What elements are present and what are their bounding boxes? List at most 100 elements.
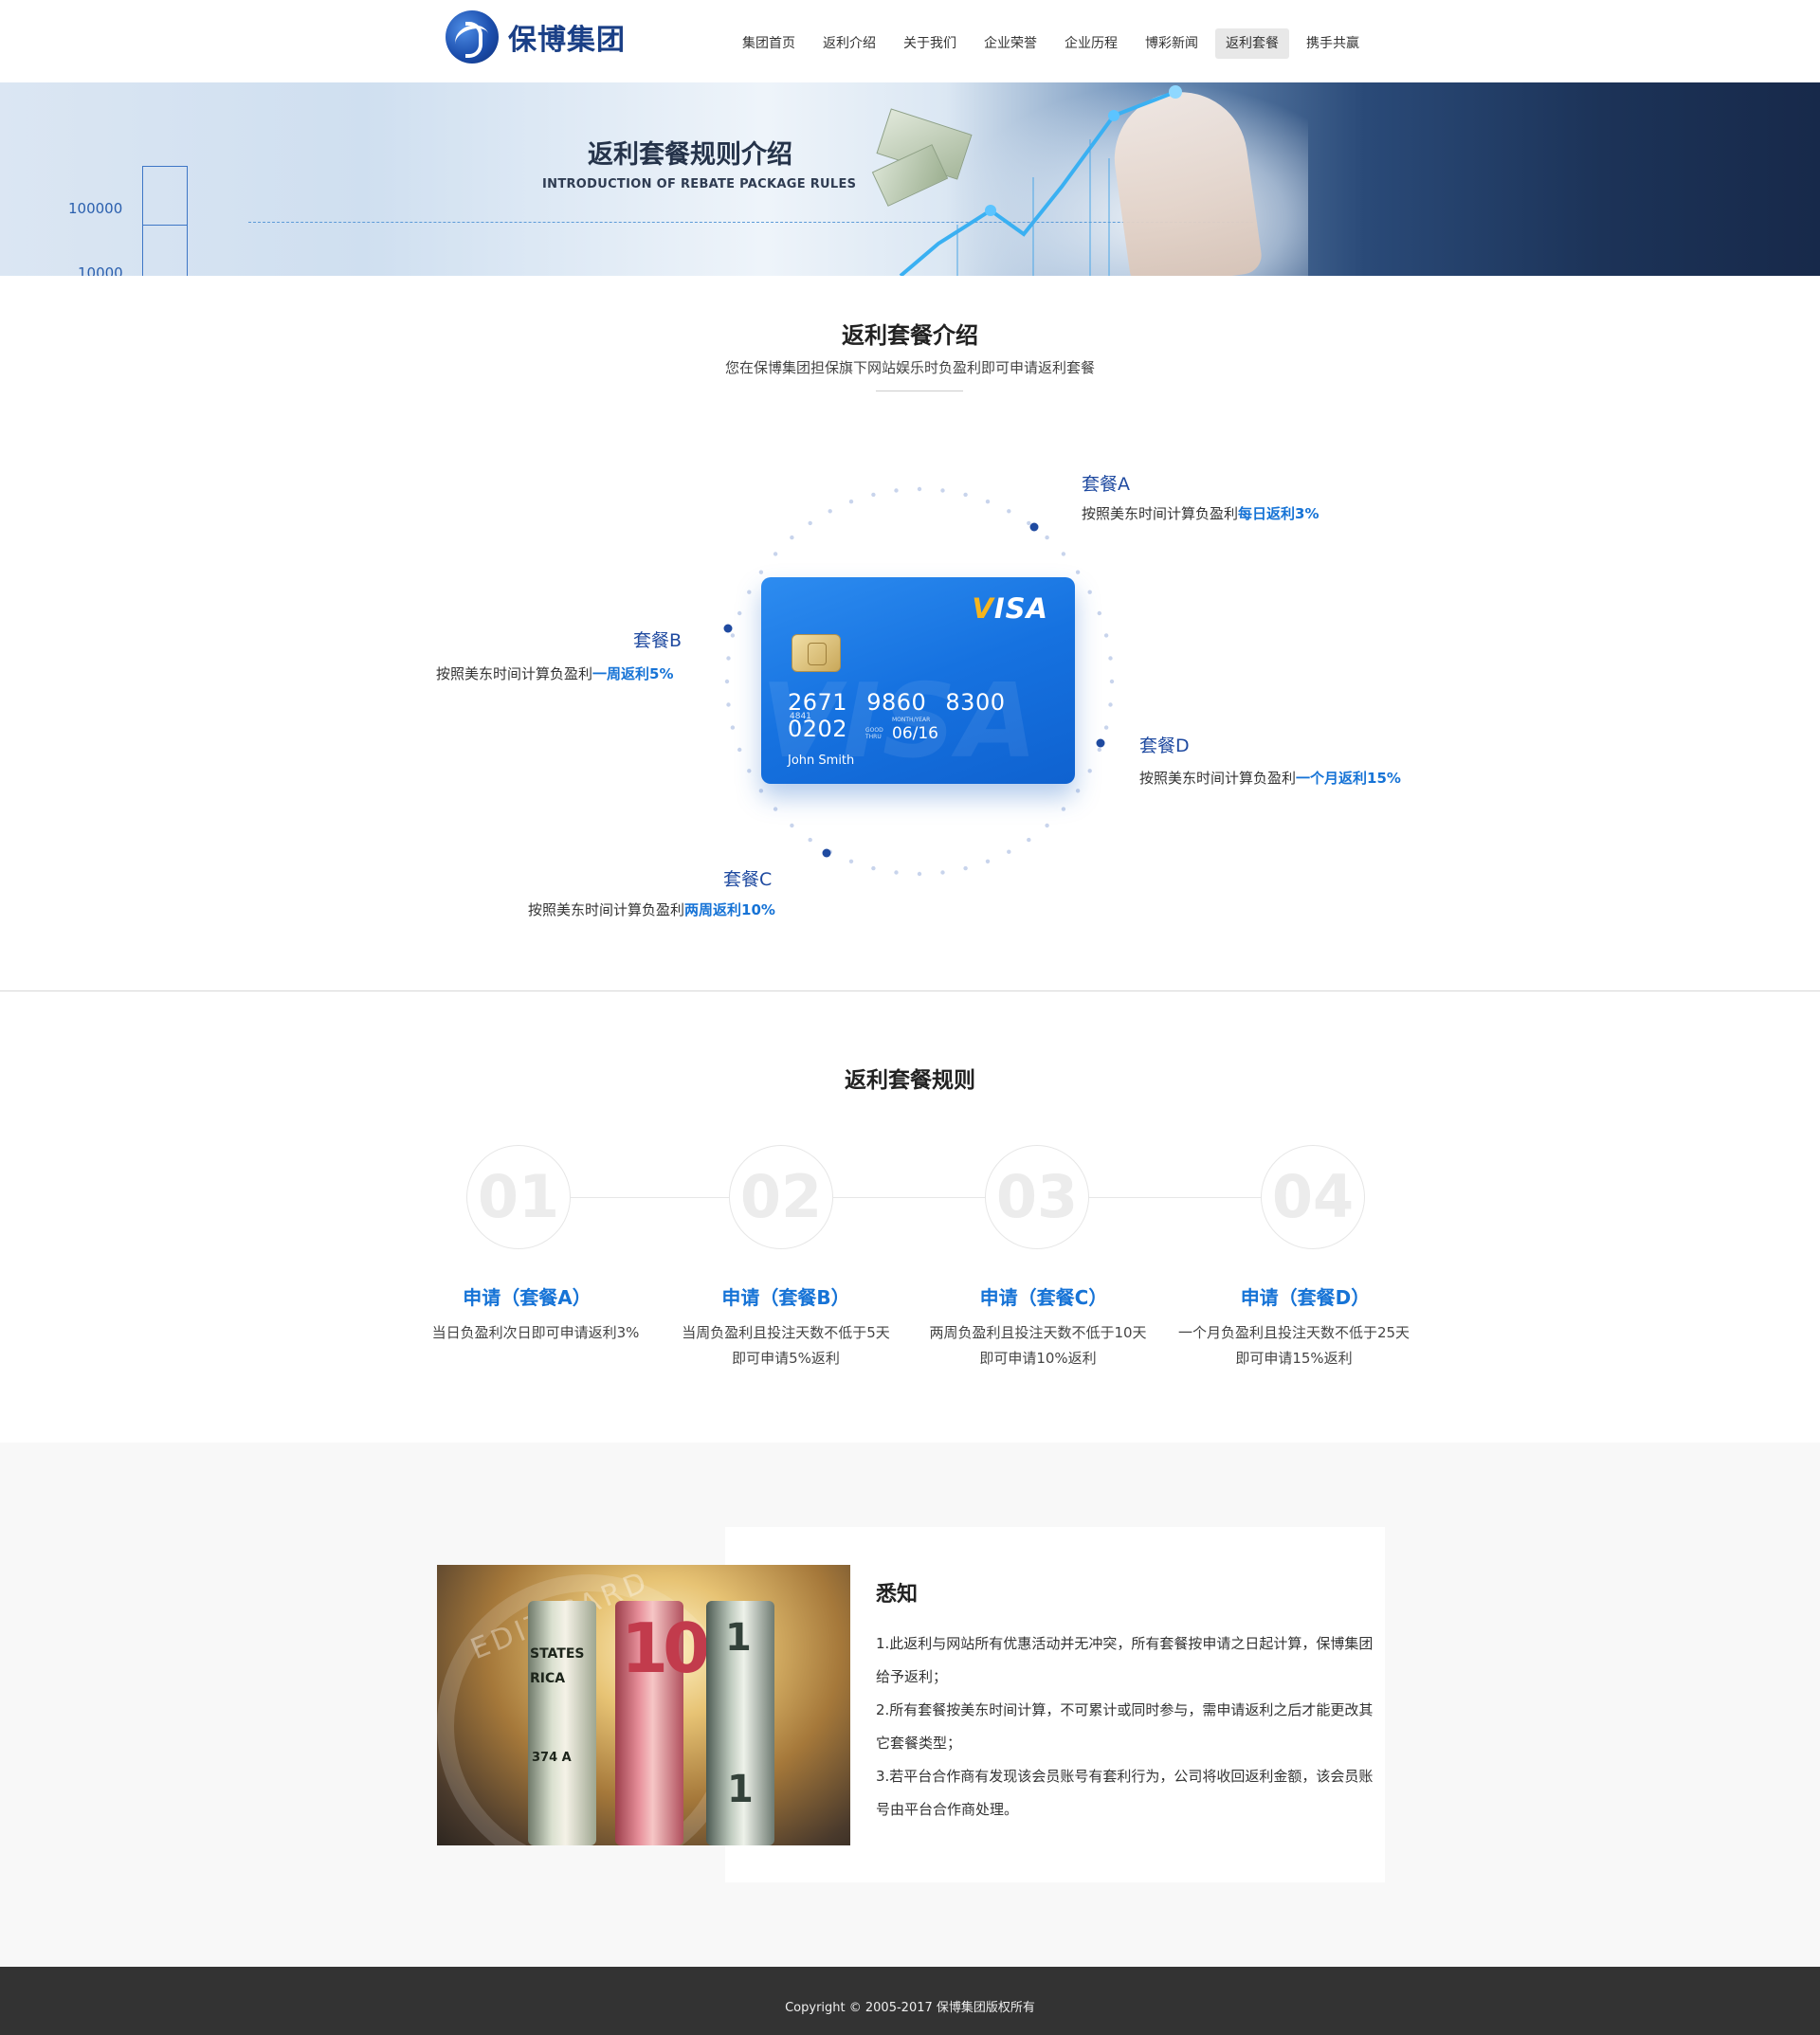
dollar-bill-roll: STATES RICA 374 A: [528, 1601, 596, 1845]
rules-title: 返利套餐规则: [845, 1068, 975, 1093]
ring-dot: [1103, 633, 1109, 638]
ring-dot: [790, 823, 794, 828]
card-holder: John Smith: [788, 754, 855, 768]
ring-dot: [1045, 535, 1049, 540]
notice-item: 1.此返利与网站所有优惠活动并无冲突，所有套餐按申请之日起计算，保博集团给予返利…: [876, 1635, 1374, 1685]
package-a-desc: 按照美东时间计算负盈利每日返利3%: [1082, 503, 1319, 523]
step-desc-line: 当周负盈利且投注天数不低于5天: [682, 1324, 890, 1341]
step-description: 当日负盈利次日即可申请返利3%: [417, 1320, 654, 1346]
package-desc-text: 按照美东时间计算负盈利: [1139, 770, 1297, 787]
step-number-circle: 03: [985, 1145, 1089, 1249]
ring-dot: [940, 488, 945, 493]
ring-dot: [747, 769, 752, 773]
step-desc-line: 即可申请15%返利: [1235, 1350, 1353, 1367]
ring-dot: [747, 590, 752, 594]
package-d-desc: 按照美东时间计算负盈利一个月返利15%: [1139, 768, 1401, 788]
ring-dot: [1109, 679, 1115, 684]
step-number-circle: 02: [729, 1145, 833, 1249]
step-desc-line: 两周负盈利且投注天数不低于10天: [929, 1324, 1147, 1341]
ring-dot: [1061, 552, 1066, 556]
copyright-text: Copyright © 2005-2017 保博集团版权所有: [785, 2001, 1035, 2015]
ring-dot: [790, 535, 794, 540]
package-c-highlight: 两周返利10%: [684, 901, 775, 918]
ring-dot: [808, 837, 812, 843]
package-marker-dot: [1029, 522, 1039, 532]
step-title: 申请（套餐D）: [1240, 1286, 1371, 1309]
ring-dot: [848, 859, 854, 863]
ring-dot: [848, 500, 854, 504]
step-description: 一个月负盈利且投注天数不低于25天 即可申请15%返利: [1175, 1320, 1412, 1372]
dotted-ring: [723, 486, 1115, 877]
package-b-name: 套餐B: [633, 630, 682, 651]
step-number-circle: 01: [466, 1145, 571, 1249]
ring-dot: [1103, 725, 1109, 730]
step-description: 两周负盈利且投注天数不低于10天 即可申请10%返利: [919, 1320, 1156, 1372]
ring-dot: [758, 570, 764, 574]
ring-dot: [963, 865, 968, 871]
card-small-number: 4841: [790, 712, 811, 721]
ring-dot: [1108, 702, 1113, 707]
package-desc-text: 按照美东时间计算负盈利: [436, 665, 593, 682]
ring-dot: [1061, 807, 1066, 811]
ring-dot: [1097, 610, 1102, 616]
ring-dot: [1007, 509, 1011, 514]
ring-dot: [917, 486, 922, 492]
ring-dot: [1075, 789, 1081, 793]
ring-dot: [894, 870, 899, 875]
steps-connector-line: [570, 1197, 1300, 1198]
ring-dot: [871, 492, 876, 498]
ring-dot: [1027, 837, 1031, 843]
package-a-name: 套餐A: [1082, 474, 1130, 495]
ring-dot: [730, 633, 736, 638]
ring-dot: [1108, 656, 1113, 661]
ring-dot: [1045, 823, 1049, 828]
ring-dot: [940, 870, 945, 875]
bill-text: RICA: [530, 1671, 566, 1686]
card-expiry: 06/16: [892, 724, 938, 743]
package-marker-dot: [723, 624, 733, 633]
step-title: 申请（套餐A）: [463, 1286, 592, 1309]
ring-dot: [1087, 590, 1092, 594]
step-desc-line: 即可申请10%返利: [979, 1350, 1097, 1367]
notice-list: 1.此返利与网站所有优惠活动并无冲突，所有套餐按申请之日起计算，保博集团给予返利…: [876, 1627, 1378, 1826]
visa-card-image: VISA VISA 2671 9860 8300 0202 4841 MONTH…: [761, 577, 1075, 784]
step-title: 申请（套餐B）: [721, 1286, 850, 1309]
ring-dot: [1087, 769, 1092, 773]
bill-denomination: 1: [727, 1768, 754, 1811]
step-desc-line: 一个月负盈利且投注天数不低于25天: [1177, 1324, 1410, 1341]
ring-dot: [726, 702, 731, 707]
step-desc-line: 当日负盈利次日即可申请返利3%: [431, 1324, 640, 1341]
visa-logo: VISA: [972, 592, 1048, 625]
ring-dot: [985, 500, 991, 504]
step-description: 当周负盈利且投注天数不低于5天 即可申请5%返利: [667, 1320, 904, 1372]
site-footer: Copyright © 2005-2017 保博集团版权所有: [0, 1967, 1820, 2035]
package-c-desc: 按照美东时间计算负盈利两周返利10%: [528, 899, 775, 919]
card-valid-label: GOOD THRU: [865, 727, 883, 740]
step-title: 申请（套餐C）: [979, 1286, 1108, 1309]
step-desc-line: 即可申请5%返利: [732, 1350, 840, 1367]
ring-dot: [724, 679, 730, 684]
package-desc-text: 按照美东时间计算负盈利: [1082, 505, 1239, 522]
notice-item: 3.若平台合作商有发现该会员账号有套利行为，公司将收回返利金额，该会员账号由平台…: [876, 1768, 1374, 1818]
notice-title: 悉知: [876, 1583, 919, 1607]
package-a-highlight: 每日返利3%: [1238, 505, 1320, 522]
ring-dot: [773, 807, 778, 811]
ring-dot: [985, 859, 991, 863]
section-divider: [0, 990, 1820, 991]
package-b-highlight: 一周返利5%: [592, 665, 674, 682]
package-b-desc: 按照美东时间计算负盈利一周返利5%: [436, 663, 673, 683]
package-d-name: 套餐D: [1139, 736, 1190, 756]
ring-dot: [737, 610, 742, 616]
ring-dot: [963, 492, 968, 498]
ring-dot: [828, 509, 832, 514]
package-marker-dot: [822, 848, 831, 858]
ring-dot: [1007, 849, 1011, 854]
dollar-bill-roll: 1 1: [706, 1601, 774, 1845]
ring-dot: [917, 871, 922, 877]
ring-dot: [1075, 570, 1081, 574]
ring-dot: [871, 865, 876, 871]
ring-dot: [758, 789, 764, 793]
package-c-name: 套餐C: [723, 869, 773, 890]
money-rolls-image: EDIT CARD STATES RICA 374 A 10 1 1: [437, 1565, 850, 1845]
ring-dot: [1097, 747, 1102, 753]
